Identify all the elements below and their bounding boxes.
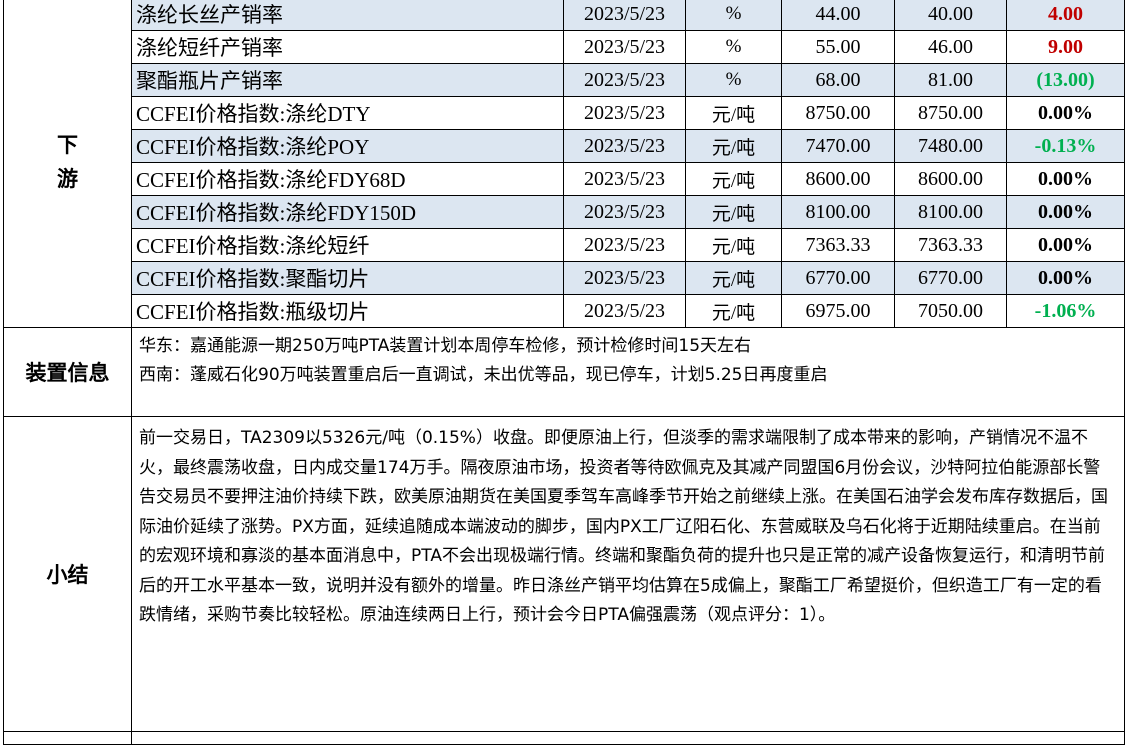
indicator-unit[interactable]: 元/吨	[685, 96, 782, 130]
device-info-row: 装置信息 华东：嘉通能源一期250万吨PTA装置计划本周停车检修，预计检修时间1…	[3, 327, 1125, 417]
summary-label[interactable]: 小结	[3, 416, 132, 732]
category-label: 下游	[57, 133, 78, 191]
current-value[interactable]: 7363.33	[781, 228, 895, 262]
empty-cell[interactable]	[3, 731, 132, 745]
change-value[interactable]: -1.06%	[1006, 294, 1125, 328]
spreadsheet: 下游 涤纶长丝产销率 2023/5/23 % 44.00 40.00 4.00 …	[0, 0, 1133, 745]
indicator-unit[interactable]: %	[685, 0, 782, 31]
current-value[interactable]: 6975.00	[781, 294, 895, 328]
current-value[interactable]: 8600.00	[781, 162, 895, 196]
indicator-date[interactable]: 2023/5/23	[563, 294, 686, 328]
indicator-unit[interactable]: %	[685, 30, 782, 64]
table-row: CCFEI价格指数:涤纶短纤 2023/5/23 元/吨 7363.33 736…	[4, 228, 1125, 262]
previous-value[interactable]: 8100.00	[894, 195, 1007, 229]
table-row: CCFEI价格指数:涤纶FDY68D 2023/5/23 元/吨 8600.00…	[4, 162, 1125, 196]
change-value[interactable]: 4.00	[1006, 0, 1125, 31]
change-value[interactable]: (13.00)	[1006, 63, 1125, 97]
current-value[interactable]: 8100.00	[781, 195, 895, 229]
table-row: CCFEI价格指数:涤纶DTY 2023/5/23 元/吨 8750.00 87…	[4, 96, 1125, 130]
previous-value[interactable]: 7050.00	[894, 294, 1007, 328]
indicator-name[interactable]: CCFEI价格指数:涤纶POY	[131, 129, 564, 163]
indicator-name[interactable]: CCFEI价格指数:涤纶短纤	[131, 228, 564, 262]
current-value[interactable]: 8750.00	[781, 96, 895, 130]
indicator-name[interactable]: 涤纶长丝产销率	[131, 0, 564, 31]
indicator-date[interactable]: 2023/5/23	[563, 0, 686, 31]
indicator-name[interactable]: CCFEI价格指数:聚酯切片	[131, 261, 564, 295]
indicator-date[interactable]: 2023/5/23	[563, 96, 686, 130]
previous-value[interactable]: 6770.00	[894, 261, 1007, 295]
previous-value[interactable]: 40.00	[894, 0, 1007, 31]
current-value[interactable]: 44.00	[781, 0, 895, 31]
indicator-date[interactable]: 2023/5/23	[563, 162, 686, 196]
indicator-unit[interactable]: 元/吨	[685, 195, 782, 229]
previous-value[interactable]: 7480.00	[894, 129, 1007, 163]
table-row: 下游 涤纶长丝产销率 2023/5/23 % 44.00 40.00 4.00	[3, 0, 1125, 328]
previous-value[interactable]: 8750.00	[894, 96, 1007, 130]
current-value[interactable]: 68.00	[781, 63, 895, 97]
device-info-line: 华东：嘉通能源一期250万吨PTA装置计划本周停车检修，预计检修时间15天左右	[139, 336, 752, 356]
change-value[interactable]: 0.00%	[1006, 162, 1125, 196]
indicator-unit[interactable]: %	[685, 63, 782, 97]
device-info-content[interactable]: 华东：嘉通能源一期250万吨PTA装置计划本周停车检修，预计检修时间15天左右 …	[131, 327, 1125, 417]
indicator-name[interactable]: CCFEI价格指数:涤纶FDY68D	[131, 162, 564, 196]
previous-value[interactable]: 81.00	[894, 63, 1007, 97]
indicator-date[interactable]: 2023/5/23	[563, 261, 686, 295]
indicator-date[interactable]: 2023/5/23	[563, 30, 686, 64]
category-cell-downstream[interactable]: 下游	[3, 0, 132, 328]
indicator-name[interactable]: CCFEI价格指数:瓶级切片	[131, 294, 564, 328]
data-table: 下游 涤纶长丝产销率 2023/5/23 % 44.00 40.00 4.00 …	[3, 0, 1125, 745]
indicator-date[interactable]: 2023/5/23	[563, 228, 686, 262]
previous-value[interactable]: 7363.33	[894, 228, 1007, 262]
device-info-label[interactable]: 装置信息	[3, 327, 132, 417]
empty-cell[interactable]	[131, 731, 1125, 745]
indicator-name[interactable]: CCFEI价格指数:涤纶FDY150D	[131, 195, 564, 229]
table-row: 涤纶短纤产销率 2023/5/23 % 55.00 46.00 9.00	[4, 30, 1125, 64]
indicator-unit[interactable]: 元/吨	[685, 162, 782, 196]
table-row: CCFEI价格指数:聚酯切片 2023/5/23 元/吨 6770.00 677…	[4, 261, 1125, 295]
change-value[interactable]: 0.00%	[1006, 228, 1125, 262]
previous-value[interactable]: 46.00	[894, 30, 1007, 64]
indicator-unit[interactable]: 元/吨	[685, 129, 782, 163]
summary-text[interactable]: 前一交易日，TA2309以5326元/吨（0.15%）收盘。即便原油上行，但淡季…	[131, 416, 1125, 732]
change-value[interactable]: 0.00%	[1006, 195, 1125, 229]
indicator-date[interactable]: 2023/5/23	[563, 195, 686, 229]
change-value[interactable]: 0.00%	[1006, 96, 1125, 130]
change-value[interactable]: -0.13%	[1006, 129, 1125, 163]
current-value[interactable]: 7470.00	[781, 129, 895, 163]
indicator-unit[interactable]: 元/吨	[685, 228, 782, 262]
change-value[interactable]: 9.00	[1006, 30, 1125, 64]
current-value[interactable]: 55.00	[781, 30, 895, 64]
indicator-name[interactable]: CCFEI价格指数:涤纶DTY	[131, 96, 564, 130]
table-row: 聚酯瓶片产销率 2023/5/23 % 68.00 81.00 (13.00)	[4, 63, 1125, 97]
indicator-unit[interactable]: 元/吨	[685, 261, 782, 295]
table-row	[3, 731, 1125, 745]
indicator-date[interactable]: 2023/5/23	[563, 129, 686, 163]
current-value[interactable]: 6770.00	[781, 261, 895, 295]
indicator-date[interactable]: 2023/5/23	[563, 63, 686, 97]
device-info-line: 西南：蓬威石化90万吨装置重启后一直调试，未出优等品，现已停车，计划5.25日再…	[139, 365, 828, 385]
previous-value[interactable]: 8600.00	[894, 162, 1007, 196]
indicator-name[interactable]: 聚酯瓶片产销率	[131, 63, 564, 97]
table-row: CCFEI价格指数:瓶级切片 2023/5/23 元/吨 6975.00 705…	[4, 294, 1125, 328]
indicator-unit[interactable]: 元/吨	[685, 294, 782, 328]
indicator-name[interactable]: 涤纶短纤产销率	[131, 30, 564, 64]
table-row: CCFEI价格指数:涤纶POY 2023/5/23 元/吨 7470.00 74…	[4, 129, 1125, 163]
change-value[interactable]: 0.00%	[1006, 261, 1125, 295]
summary-row: 小结 前一交易日，TA2309以5326元/吨（0.15%）收盘。即便原油上行，…	[3, 416, 1125, 732]
table-row: CCFEI价格指数:涤纶FDY150D 2023/5/23 元/吨 8100.0…	[4, 195, 1125, 229]
